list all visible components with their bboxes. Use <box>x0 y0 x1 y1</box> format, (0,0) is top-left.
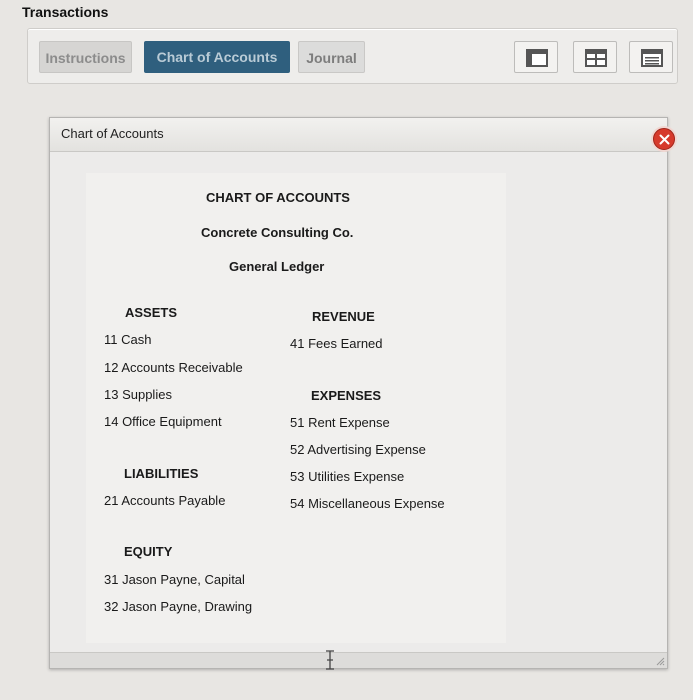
account-item: 31 Jason Payne, Capital <box>104 572 245 587</box>
page-title: Transactions <box>22 4 109 20</box>
layout-split-button[interactable] <box>573 41 617 73</box>
assets-heading: ASSETS <box>125 305 178 320</box>
toolbar: Instructions Chart of Accounts Journal <box>27 28 678 84</box>
dialog-title: Chart of Accounts <box>61 126 164 141</box>
account-item: 54 Miscellaneous Expense <box>290 496 445 511</box>
expenses-heading: EXPENSES <box>311 388 382 403</box>
account-item: 14 Office Equipment <box>104 414 222 429</box>
account-item: 51 Rent Expense <box>290 415 390 430</box>
layout-single-icon <box>526 49 548 67</box>
text-cursor-icon <box>326 650 334 670</box>
revenue-heading: REVENUE <box>312 309 375 324</box>
tab-chart-of-accounts[interactable]: Chart of Accounts <box>144 41 290 73</box>
account-item: 12 Accounts Receivable <box>104 360 243 375</box>
account-item: 52 Advertising Expense <box>290 442 426 457</box>
close-button[interactable] <box>653 128 675 150</box>
ledger-title: General Ledger <box>229 259 325 274</box>
dialog-header[interactable]: Chart of Accounts <box>50 118 667 152</box>
layout-split-icon <box>585 49 607 67</box>
account-item: 13 Supplies <box>104 387 172 402</box>
tab-journal[interactable]: Journal <box>298 41 365 73</box>
layout-list-button[interactable] <box>629 41 673 73</box>
account-item: 21 Accounts Payable <box>104 493 226 508</box>
equity-heading: EQUITY <box>124 544 173 559</box>
account-item: 11 Cash <box>104 332 152 347</box>
chart-heading: CHART OF ACCOUNTS <box>206 190 350 205</box>
layout-list-icon <box>641 49 663 67</box>
account-item: 32 Jason Payne, Drawing <box>104 599 253 614</box>
account-item: 41 Fees Earned <box>290 336 383 351</box>
dialog-footer <box>50 652 667 668</box>
liabilities-heading: LIABILITIES <box>124 466 199 481</box>
layout-single-button[interactable] <box>514 41 558 73</box>
company-name: Concrete Consulting Co. <box>201 225 354 240</box>
close-icon <box>659 134 670 145</box>
tab-instructions[interactable]: Instructions <box>39 41 132 73</box>
account-item: 53 Utilities Expense <box>290 469 405 484</box>
resize-grip-icon[interactable] <box>655 656 665 666</box>
